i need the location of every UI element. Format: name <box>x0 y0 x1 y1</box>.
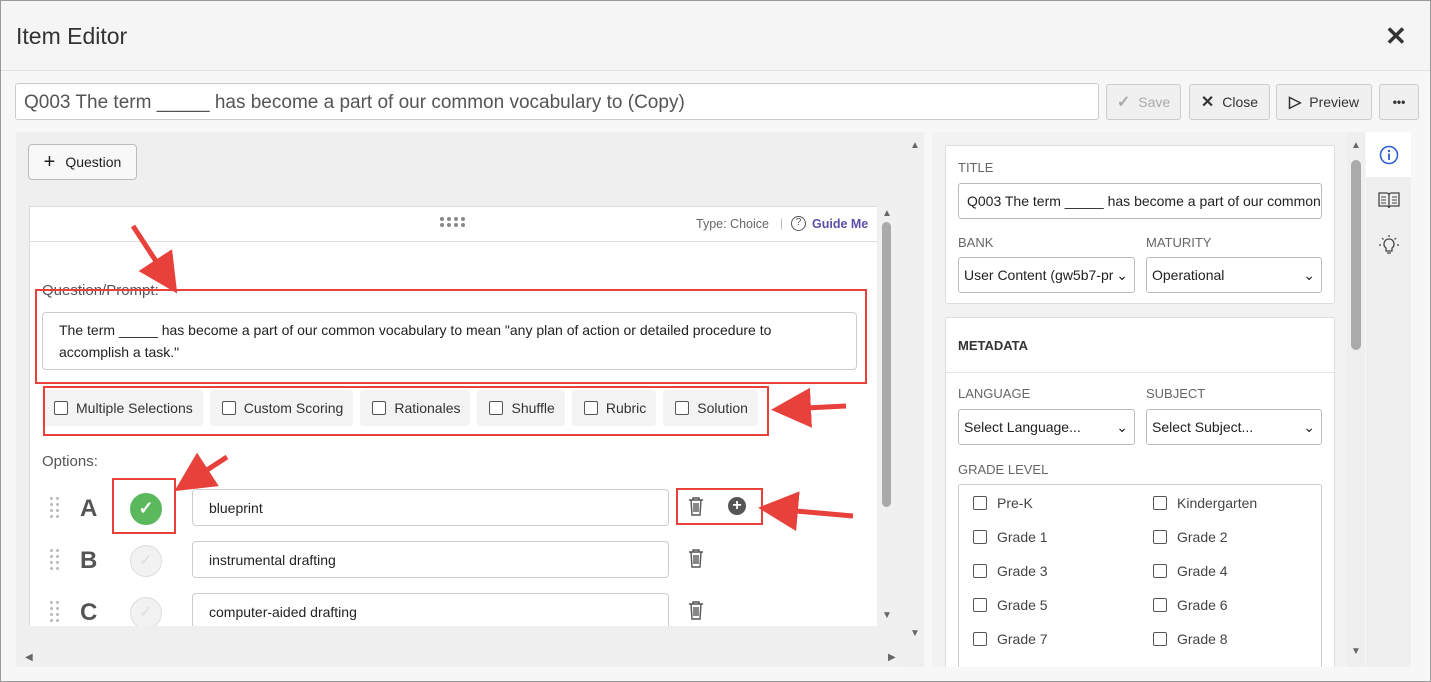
settings-arrow <box>771 387 847 428</box>
item-editor-window: Item Editor ✕ Q003 The term _____ has be… <box>0 0 1431 682</box>
annotation-arrows <box>130 224 854 532</box>
correct-answer-arrow <box>174 452 229 492</box>
prompt-arrow <box>130 224 178 294</box>
option-actions-arrow <box>758 491 854 532</box>
